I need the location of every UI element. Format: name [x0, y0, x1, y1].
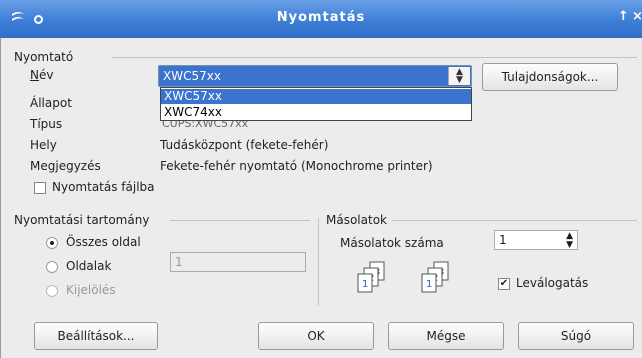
all-pages-label: Összes oldal	[66, 235, 141, 249]
comment-label: Megjegyzés	[30, 159, 101, 173]
status-label: Állapot	[30, 96, 72, 110]
copies-count-input[interactable]: 1 ▲ ▼	[494, 230, 578, 250]
cancel-button[interactable]: Mégse	[388, 322, 504, 350]
section-separator	[318, 218, 319, 306]
location-label: Hely	[30, 138, 57, 152]
svg-text:1: 1	[362, 279, 368, 290]
copies-count-value: 1	[499, 233, 507, 247]
print-to-file-checkbox[interactable]	[34, 182, 46, 194]
type-label: Típus	[30, 117, 63, 131]
collate-pages-icon: 3 2 1	[421, 261, 449, 293]
range-section-divider	[170, 220, 310, 221]
maximize-icon[interactable]: ↑	[618, 9, 629, 24]
collate-label: Leválogatás	[516, 276, 589, 290]
selection-label: Kijelölés	[66, 283, 116, 297]
copies-section-divider	[392, 220, 637, 221]
printer-dropdown-list: XWC57xx XWC74xx	[160, 87, 472, 121]
printer-section-title: Nyomtató	[14, 50, 78, 64]
pages-label: Oldalak	[66, 259, 112, 273]
collate-checkbox[interactable]: ✔	[498, 278, 510, 290]
range-section-title: Nyomtatási tartomány	[14, 213, 154, 227]
select-arrows-icon: ▲ ▼	[448, 67, 470, 85]
name-label-text: év	[38, 68, 54, 82]
help-button[interactable]: Súgó	[518, 322, 634, 350]
close-icon[interactable]: ×	[632, 9, 642, 24]
printer-section-divider	[112, 57, 637, 58]
collate-pages-icon: 3 2 1	[357, 261, 385, 293]
svg-text:1: 1	[426, 279, 432, 290]
name-label: Név	[30, 68, 54, 82]
ok-button[interactable]: OK	[258, 322, 374, 350]
comment-value: Fekete-fehér nyomtató (Monochrome printe…	[160, 159, 433, 173]
dropdown-option[interactable]: XWC57xx	[161, 89, 471, 104]
properties-button[interactable]: Tulajdonságok...	[482, 63, 618, 91]
pages-radio[interactable]	[46, 261, 58, 273]
title-bar: Nyomtatás ↑ ×	[0, 0, 642, 38]
window-title: Nyomtatás	[276, 10, 366, 25]
copies-section-title: Másolatok	[326, 213, 391, 227]
pages-input[interactable]: 1	[170, 252, 306, 272]
spinner-arrows-icon[interactable]: ▲ ▼	[566, 231, 573, 250]
print-to-file-label: Nyomtatás fájlba	[52, 180, 155, 194]
selection-radio[interactable]	[46, 285, 58, 297]
copies-count-label: Másolatok száma	[340, 236, 444, 250]
location-value: Tudásközpont (fekete-fehér)	[160, 138, 329, 152]
all-pages-radio[interactable]	[46, 237, 58, 249]
settings-button[interactable]: Beállítások...	[34, 322, 158, 350]
dropdown-option[interactable]: XWC74xx	[161, 105, 471, 120]
printer-name-value: XWC57xx	[163, 69, 221, 83]
printer-name-select[interactable]: XWC57xx ▲ ▼	[158, 65, 472, 87]
